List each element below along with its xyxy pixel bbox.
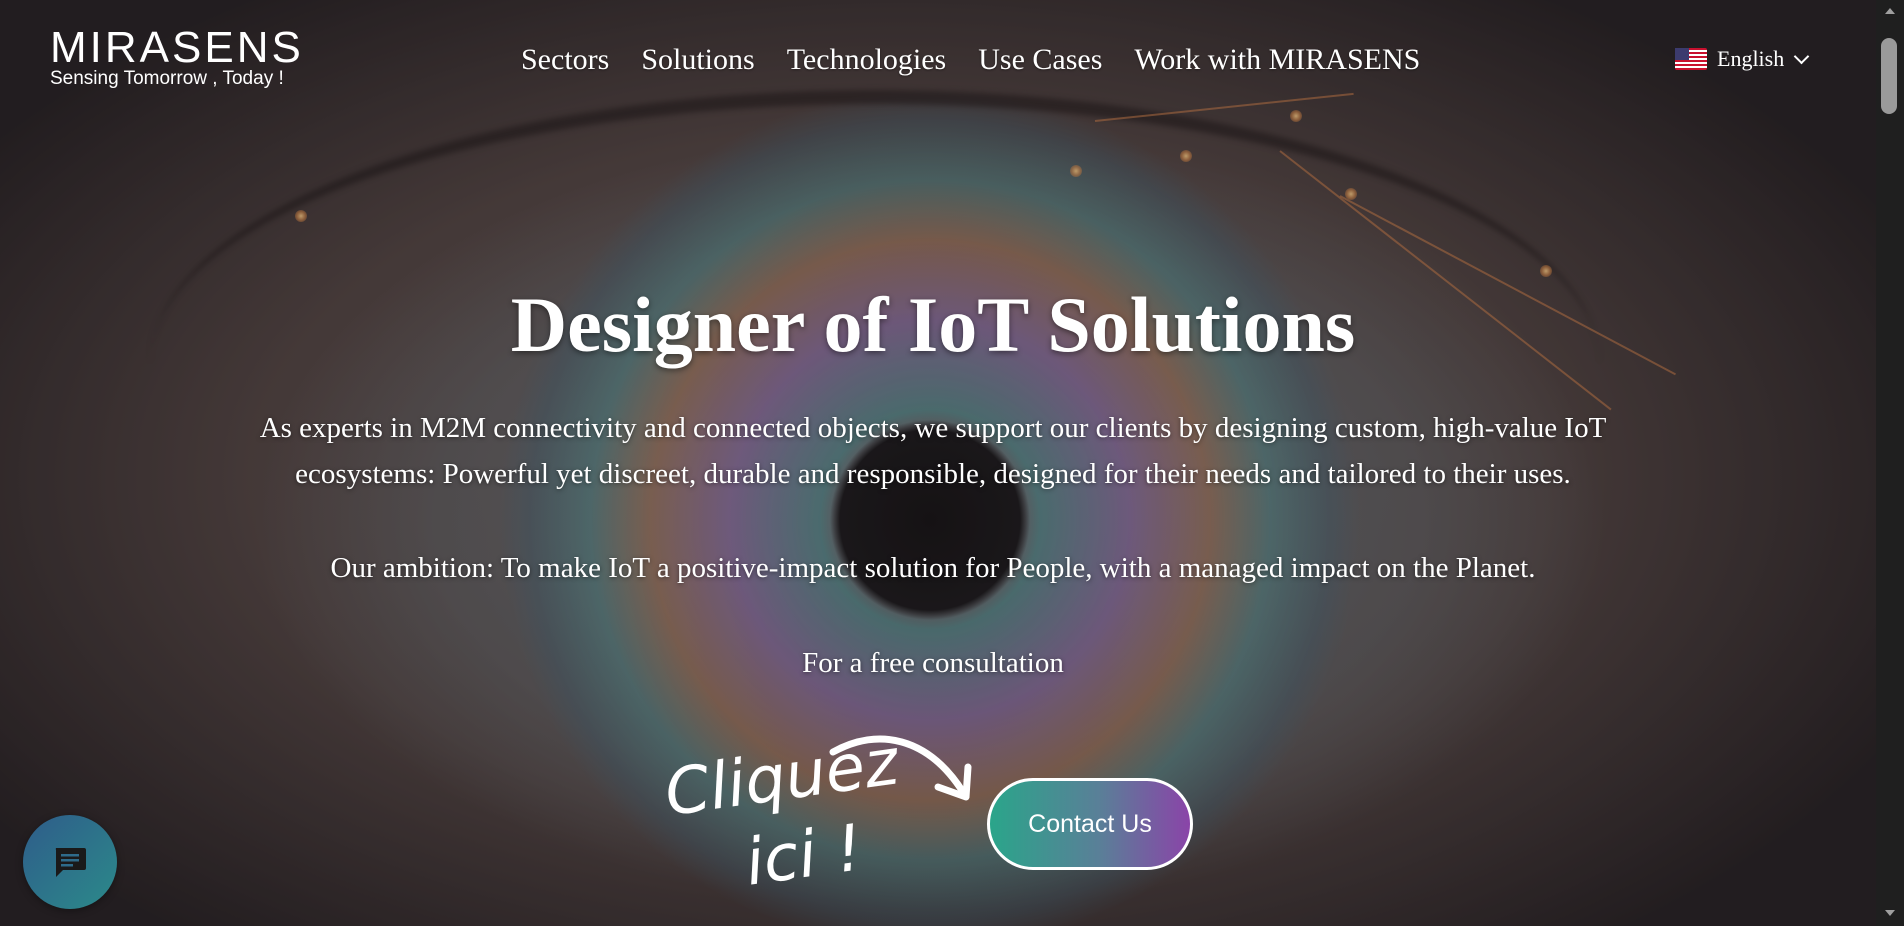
main-nav: Sectors Solutions Technologies Use Cases… bbox=[521, 42, 1420, 78]
nav-item-solutions[interactable]: Solutions bbox=[641, 42, 754, 78]
chat-icon bbox=[55, 848, 86, 877]
nav-item-technologies[interactable]: Technologies bbox=[787, 42, 947, 78]
logo-tagline: Sensing Tomorrow , Today ! bbox=[50, 68, 284, 89]
hero-ambition: Our ambition: To make IoT a positive-imp… bbox=[330, 552, 1536, 584]
nav-item-use-cases[interactable]: Use Cases bbox=[978, 42, 1102, 78]
scroll-up-arrow-icon[interactable] bbox=[1885, 8, 1895, 14]
nav-item-sectors[interactable]: Sectors bbox=[521, 42, 609, 78]
site-header: MIRASENS Sensing Tomorrow , Today ! Sect… bbox=[0, 0, 1876, 120]
nav-item-work-with-mirasens[interactable]: Work with MIRASENS bbox=[1134, 42, 1420, 78]
mirasens-logo[interactable]: MIRASENS Sensing Tomorrow , Today ! bbox=[50, 23, 304, 90]
curved-arrow-icon bbox=[829, 735, 972, 801]
page: MIRASENS Sensing Tomorrow , Today ! Sect… bbox=[0, 0, 1904, 926]
logo-wordmark: MIRASENS bbox=[50, 23, 304, 72]
hero-title: Designer of IoT Solutions bbox=[510, 281, 1356, 368]
contact-us-button[interactable]: Contact Us bbox=[987, 778, 1193, 870]
us-flag-icon bbox=[1675, 48, 1707, 70]
hero-description: As experts in M2M connectivity and conne… bbox=[259, 412, 1607, 490]
language-label: English bbox=[1717, 46, 1785, 71]
free-consultation-text: For a free consultation bbox=[802, 647, 1064, 679]
scrollbar-thumb[interactable] bbox=[1881, 38, 1897, 114]
scroll-down-arrow-icon[interactable] bbox=[1885, 910, 1895, 916]
scrollbar[interactable] bbox=[1876, 0, 1904, 926]
chevron-down-icon bbox=[1793, 48, 1810, 64]
chat-widget-button[interactable] bbox=[23, 815, 117, 909]
language-selector[interactable]: English bbox=[1675, 46, 1810, 72]
